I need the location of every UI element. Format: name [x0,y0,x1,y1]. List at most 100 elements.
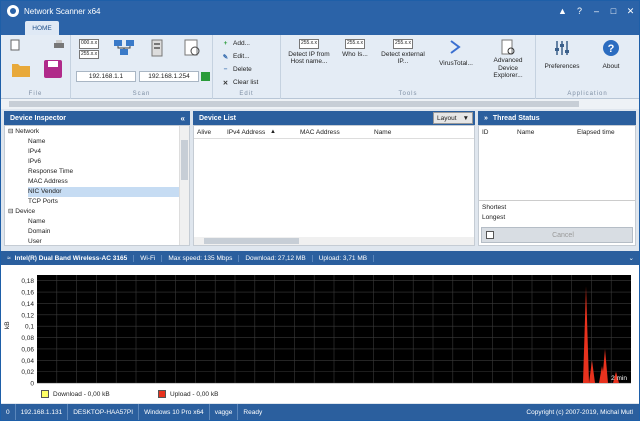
edit-button[interactable]: ✎ Edit... [221,52,250,61]
ip-to-input[interactable]: 192.168.1.254 [139,71,199,82]
shirt-icon[interactable]: ▲ [554,1,571,21]
close-button[interactable]: ✕ [622,1,639,21]
col-name[interactable]: Name [374,129,391,136]
adapter-bar: ≈ Intel(R) Dual Band Wireless-AC 3165 Wi… [1,251,639,265]
col-mac[interactable]: MAC Address [300,129,340,136]
group-label-edit: Edit [239,91,254,97]
legend-upload: Upload - 0,00 kB [158,390,218,398]
y-tick-label: 0,02 [21,369,34,376]
help-circle-icon: ? [603,40,619,56]
inspector-item[interactable]: NIC Vendor [5,187,180,197]
inspector-scroll-thumb[interactable] [181,140,188,180]
adapter-upload: Upload: 3,71 MB [313,254,375,262]
col-id[interactable]: ID [482,129,489,136]
about-button[interactable]: ? About [592,39,630,71]
adapter-name: Intel(R) Dual Band Wireless-AC 3165 [15,254,135,262]
dropdown-arrow-icon: ▼ [462,114,469,122]
col-ipv4[interactable]: IPv4 Address [227,129,265,136]
maximize-button[interactable]: □ [605,1,622,21]
preferences-button[interactable]: Preferences [542,39,582,71]
adapter-dropdown-icon[interactable]: ⌄ [629,254,634,262]
inspector-scrollbar[interactable] [179,126,189,245]
y-tick-label: 0,14 [21,301,34,308]
clear-list-button[interactable]: ✕ Clear list [221,78,259,87]
inspector-item[interactable]: User [5,237,179,247]
list-hscroll-thumb[interactable] [204,238,299,244]
ip-list-icon[interactable] [201,72,210,81]
open-button[interactable] [11,60,31,78]
virustotal-label: VirusTotal... [439,60,473,67]
category-network[interactable]: ⊟ Network [8,127,39,135]
col-thread-name[interactable]: Name [517,129,534,136]
collapse-left-icon[interactable]: « [181,114,185,123]
ribbon-group-scan: 000.x.x 255.x.x 192.168.1.1 192.168.1.25… [71,35,213,99]
inspector-item[interactable]: Domain [5,227,179,237]
save-button[interactable] [43,59,63,79]
ip-range-class-button[interactable]: 000.x.x 255.x.x [79,39,100,59]
scan-network-button[interactable] [113,39,135,57]
delete-button[interactable]: − Delete [221,65,252,74]
ip-box-icon: 255.x.x [298,39,320,49]
os-name: Windows 10 Pro x64 [139,404,210,420]
scan-server-button[interactable] [149,39,167,57]
expand-right-icon[interactable]: » [484,115,488,122]
edit-icon: ✎ [222,53,229,61]
virustotal-button[interactable]: VirusTotal... [433,39,479,68]
status-text: Ready [243,408,263,416]
scan-report-button[interactable] [183,39,201,57]
group-label-tools: Tools [398,91,418,97]
stop-icon[interactable] [486,231,494,239]
cancel-button[interactable]: Cancel [552,232,574,239]
device-explorer-icon [501,39,515,55]
device-inspector: ⊟ Network Name IPv4 IPv6 Response Time MAC A… [4,125,190,246]
detect-external-ip-button[interactable]: 255.x.x Detect external IP... [381,39,425,66]
save-icon [44,60,62,78]
who-is-label: Who Is... [342,50,368,58]
legend-download: Download - 0,00 kB [41,390,110,398]
legend-download-label: Download - 0,00 kB [53,390,110,398]
inspector-item-label: IPv6 [28,158,42,165]
local-ip: 192.168.1.131 [16,404,69,420]
shortest-label: Shortest [482,204,507,211]
about-label: About [602,63,620,70]
new-button[interactable] [9,39,21,51]
advanced-explorer-button[interactable]: Advanced Device Explorer... [485,39,531,80]
inspector-item[interactable]: Response Time [5,167,179,177]
print-button[interactable] [53,39,65,51]
ribbon-scrollbar[interactable] [1,99,639,109]
minimize-button[interactable]: – [588,1,605,21]
host-name: DESKTOP-HAA57PI [68,404,140,420]
window-title: Network Scanner x64 [24,6,101,16]
who-is-icon: 255.x.x [344,39,366,49]
svg-text:?: ? [608,43,615,55]
col-alive[interactable]: Alive [197,129,211,136]
inspector-item[interactable]: TCP Ports [5,197,179,207]
ribbon-group-tools: 255.x.x Detect IP from Host name... 255.… [281,35,536,99]
ip-from-input[interactable]: 192.168.1.1 [76,71,136,82]
col-elapsed[interactable]: Elapsed time [577,129,615,136]
add-button[interactable]: + Add... [221,39,250,48]
help-icon[interactable]: ? [571,1,588,21]
inspector-header: Device Inspector « [4,111,190,125]
edit-label: Edit... [233,53,250,60]
tab-home[interactable]: HOME [25,21,59,35]
who-is-button[interactable]: 255.x.x Who Is... [337,39,373,58]
inspector-item[interactable]: Name [5,137,179,147]
group-label-application: Application [567,91,608,97]
list-hscrollbar[interactable] [194,237,474,245]
report-icon [184,39,200,56]
inspector-item[interactable]: MAC Address [5,177,179,187]
category-device[interactable]: ⊟ Device [8,207,35,215]
inspector-item[interactable]: IPv4 [5,147,179,157]
adapter-type: Wi-Fi [134,254,163,262]
server-icon [151,39,163,57]
ribbon-scroll-thumb[interactable] [9,101,579,107]
inspector-item[interactable]: IPv6 [5,157,179,167]
layout-dropdown[interactable]: Layout ▼ [433,112,473,124]
inspector-item[interactable]: Name [5,217,179,227]
device-list: Alive IPv4 Address ▲ MAC Address Name [193,125,475,246]
detect-ip-button[interactable]: 255.x.x Detect IP from Host name... [287,39,331,66]
clear-icon: ✕ [222,79,229,87]
inspector-item-label: Name [28,138,46,145]
device-count: 0 [1,404,16,420]
